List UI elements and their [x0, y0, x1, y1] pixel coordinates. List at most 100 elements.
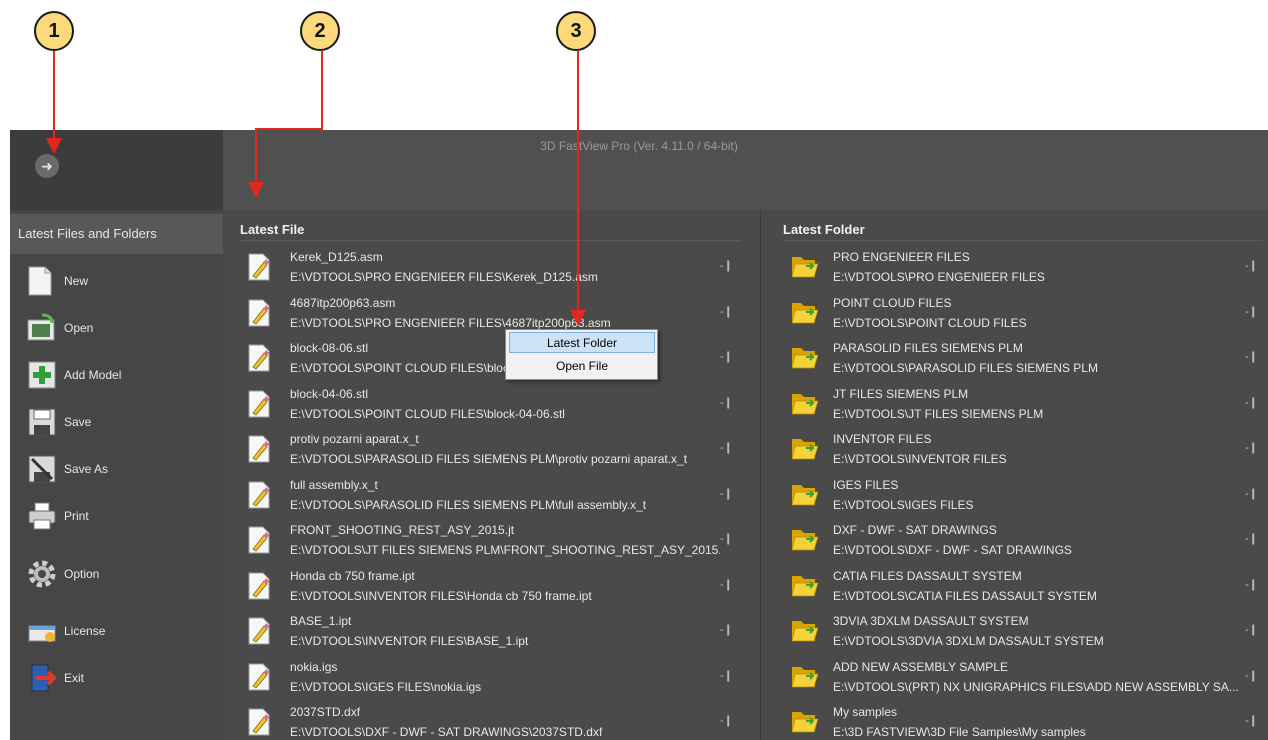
latest-file-row[interactable]: protiv pozarni aparat.x_t E:\VDTOOLS\PARA… [240, 425, 752, 471]
pin-icon[interactable]: -❙ [1245, 259, 1258, 272]
sidebar-item-label: Add Model [64, 368, 122, 382]
latest-file-row[interactable]: Kerek_D125.asm E:\VDTOOLS\PRO ENGENIEER F… [240, 243, 752, 289]
sidebar-item-label: Save As [64, 462, 109, 476]
pin-icon[interactable]: -❙ [1245, 532, 1258, 545]
sidebar-item-save[interactable]: Save [26, 404, 91, 440]
latest-folder-path: E:\VDTOOLS\JT FILES SIEMENS PLM [833, 406, 1044, 421]
pin-icon[interactable]: -❙ [720, 305, 733, 318]
pin-icon[interactable]: -❙ [1245, 623, 1258, 636]
pin-icon[interactable]: -❙ [720, 578, 733, 591]
context-menu-open-file[interactable]: Open File [509, 356, 655, 377]
save-icon [26, 406, 58, 438]
latest-folder-path: E:\VDTOOLS\INVENTOR FILES [833, 452, 1007, 466]
latest-folder-name: ADD NEW ASSEMBLY SAMPLE [833, 659, 1008, 674]
printer-icon [26, 500, 58, 532]
latest-folder-name: JT FILES SIEMENS PLM [833, 386, 969, 401]
latest-folder-row[interactable]: CATIA FILES DASSAULT SYSTEM E:\VDTOOLS\CA… [783, 562, 1268, 608]
latest-file-name: Kerek_D125.asm [290, 250, 383, 264]
pin-icon[interactable]: -❙ [720, 623, 733, 636]
latest-folder-name: INVENTOR FILES [833, 432, 932, 446]
latest-folder-path: E:\VDTOOLS\3DVIA 3DXLM DASSAULT SYSTEM [833, 634, 1104, 648]
latest-folder-name: 3DVIA 3DXLM DASSAULT SYSTEM [833, 614, 1029, 628]
pin-icon[interactable]: -❙ [720, 396, 733, 409]
save-as-icon [26, 453, 58, 485]
latest-folder-path: E:\3D FASTVIEW\3D File Samples\My sample… [833, 725, 1086, 739]
sidebar-item-save-as[interactable]: Save As [26, 451, 108, 487]
latest-file-row[interactable]: block-04-06.stl E:\VDTOOLS\POINT CLOUD FI… [240, 380, 752, 426]
latest-folder-name: PRO ENGENIEER FILES [833, 250, 970, 264]
pin-icon[interactable]: -❙ [1245, 578, 1258, 591]
latest-file-row[interactable]: full assembly.x_t E:\VDTOOLS\PARASOLID FI… [240, 471, 752, 517]
open-file-icon [26, 312, 58, 344]
latest-folder-path: E:\VDTOOLS\DXF - DWF - SAT DRAWINGS [833, 543, 1072, 557]
column-divider [760, 210, 761, 740]
latest-folder-row[interactable]: JT FILES SIEMENS PLM E:\VDTOOLS\JT FILES … [783, 380, 1268, 426]
pin-icon[interactable]: -❙ [1245, 669, 1258, 682]
folder-icon [791, 253, 819, 281]
pin-icon[interactable]: -❙ [720, 487, 733, 500]
latest-folder-row[interactable]: My samples E:\3D FASTVIEW\3D File Samples… [783, 698, 1268, 740]
pin-icon[interactable]: -❙ [720, 714, 733, 727]
sidebar-item-print[interactable]: Print [26, 498, 89, 534]
latest-file-list: Kerek_D125.asm E:\VDTOOLS\PRO ENGENIEER F… [240, 243, 752, 740]
back-button[interactable]: ➜ [35, 154, 59, 178]
sidebar-item-exit[interactable]: Exit [26, 660, 84, 696]
sidebar-item-option[interactable]: Option [26, 556, 99, 592]
callout-3: 3 [556, 11, 596, 51]
pin-icon[interactable]: -❙ [720, 532, 733, 545]
new-document-icon [26, 265, 58, 297]
folder-icon [791, 344, 819, 372]
latest-folder-row[interactable]: PARASOLID FILES SIEMENS PLM E:\VDTOOLS\PA… [783, 334, 1268, 380]
latest-folder-row[interactable]: ADD NEW ASSEMBLY SAMPLE E:\VDTOOLS\(PRT) … [783, 653, 1268, 699]
latest-file-path: E:\VDTOOLS\INVENTOR FILES\BASE_1.ipt [290, 634, 529, 648]
pin-icon[interactable]: -❙ [1245, 441, 1258, 454]
file-icon [248, 344, 270, 372]
pin-icon[interactable]: -❙ [1245, 305, 1258, 318]
pin-icon[interactable]: -❙ [1245, 487, 1258, 500]
latest-folder-path: E:\VDTOOLS\POINT CLOUD FILES [833, 315, 1027, 330]
pin-icon[interactable]: -❙ [1245, 714, 1258, 727]
latest-file-path: E:\VDTOOLS\PRO ENGENIEER FILES\Kerek_D12… [290, 270, 598, 284]
latest-folder-row[interactable]: 3DVIA 3DXLM DASSAULT SYSTEM E:\VDTOOLS\3D… [783, 607, 1268, 653]
sidebar-item-add-model[interactable]: Add Model [26, 357, 121, 393]
file-icon [248, 299, 270, 327]
file-icon [248, 663, 270, 691]
latest-file-rule [240, 240, 740, 241]
latest-file-row[interactable]: Honda cb 750 frame.ipt E:\VDTOOLS\INVENTO… [240, 562, 752, 608]
sidebar-header: ➜ [10, 130, 223, 210]
sidebar-item-license[interactable]: License [26, 613, 105, 649]
pin-icon[interactable]: -❙ [720, 350, 733, 363]
latest-folder-name: IGES FILES [833, 477, 899, 492]
latest-file-name: block-04-06.stl [290, 386, 369, 401]
sidebar-item-open[interactable]: Open [26, 310, 93, 346]
latest-file-row[interactable]: block-08-06.stl E:\VDTOOLS\POINT CLOUD FI… [240, 334, 752, 380]
pin-icon[interactable]: -❙ [720, 441, 733, 454]
sidebar-item-latest-files-and-folders[interactable]: Latest Files and Folders [10, 214, 223, 254]
latest-file-row[interactable]: FRONT_SHOOTING_REST_ASY_2015.jt E:\VDTOOL… [240, 516, 752, 562]
latest-folder-row[interactable]: IGES FILES E:\VDTOOLS\IGES FILES -❙ [783, 471, 1268, 517]
latest-file-row[interactable]: nokia.igs E:\VDTOOLS\IGES FILES\nokia.igs… [240, 653, 752, 699]
pin-icon[interactable]: -❙ [1245, 350, 1258, 363]
latest-folder-row[interactable]: POINT CLOUD FILES E:\VDTOOLS\POINT CLOUD … [783, 289, 1268, 335]
folder-icon [791, 390, 819, 418]
latest-folder-row[interactable]: PRO ENGENIEER FILES E:\VDTOOLS\PRO ENGENI… [783, 243, 1268, 289]
callout-2: 2 [300, 11, 340, 51]
latest-file-name: Honda cb 750 frame.ipt [290, 568, 415, 583]
latest-file-name: block-08-06.stl [290, 341, 369, 355]
sidebar-item-label: Exit [64, 671, 85, 685]
latest-file-row[interactable]: 2037STD.dxf E:\VDTOOLS\DXF - DWF - SAT DR… [240, 698, 752, 740]
latest-folder-row[interactable]: INVENTOR FILES E:\VDTOOLS\INVENTOR FILES -… [783, 425, 1268, 471]
latest-folder-rule [783, 240, 1263, 241]
latest-file-row[interactable]: 4687itp200p63.asm E:\VDTOOLS\PRO ENGENIEE… [240, 289, 752, 335]
sidebar-item-new[interactable]: New [26, 263, 88, 299]
context-menu-latest-folder[interactable]: Latest Folder [509, 332, 655, 353]
pin-icon[interactable]: -❙ [1245, 396, 1258, 409]
latest-file-path: E:\VDTOOLS\PARASOLID FILES SIEMENS PLM\p… [290, 452, 688, 466]
latest-folder-row[interactable]: DXF - DWF - SAT DRAWINGS E:\VDTOOLS\DXF -… [783, 516, 1268, 562]
add-model-icon [26, 359, 58, 391]
pin-icon[interactable]: -❙ [720, 669, 733, 682]
sidebar-item-label: Save [64, 415, 92, 429]
latest-file-path: E:\VDTOOLS\JT FILES SIEMENS PLM\FRONT_SH… [290, 543, 720, 557]
pin-icon[interactable]: -❙ [720, 259, 733, 272]
latest-file-row[interactable]: BASE_1.ipt E:\VDTOOLS\INVENTOR FILES\BASE… [240, 607, 752, 653]
